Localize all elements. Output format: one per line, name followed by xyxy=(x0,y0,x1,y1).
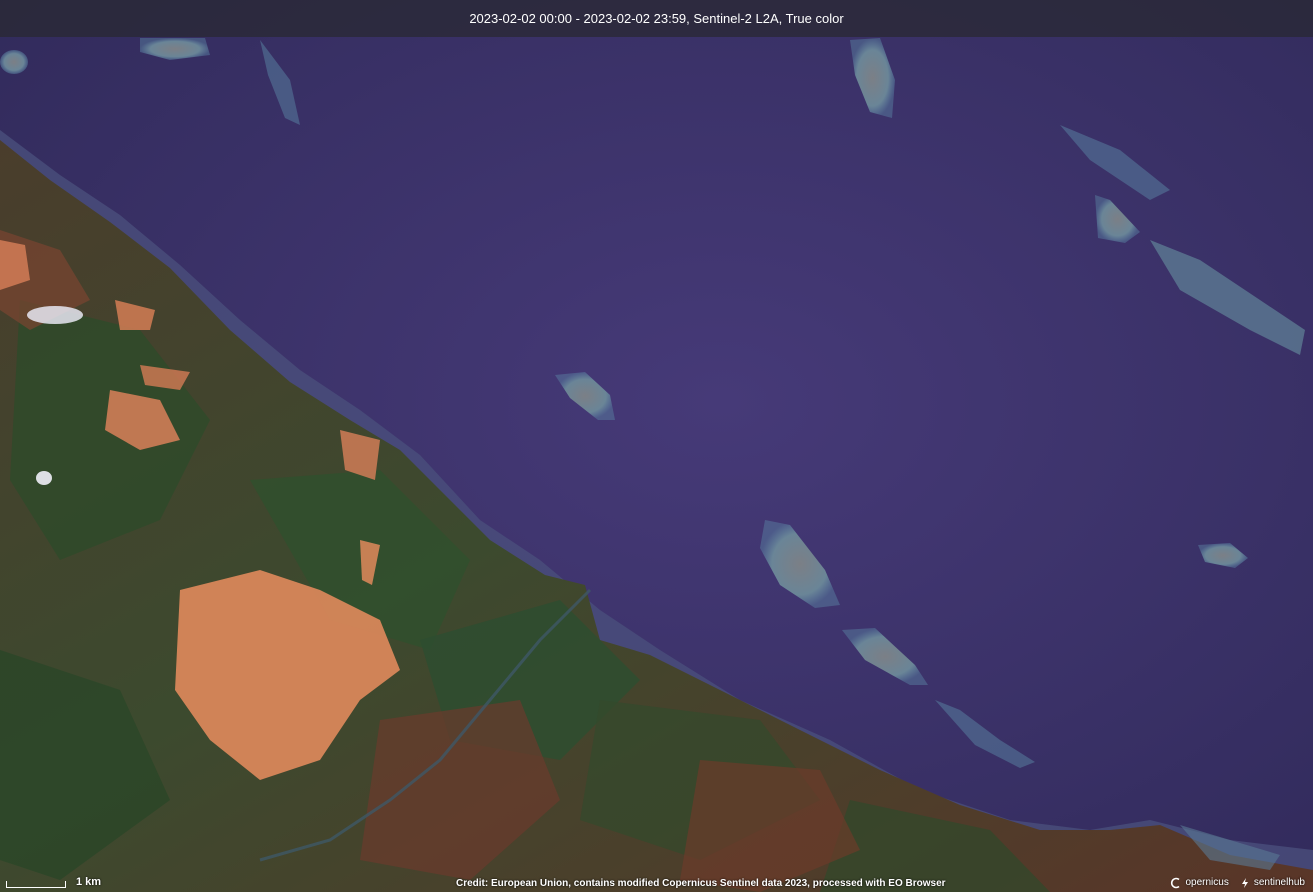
cloud xyxy=(27,306,83,324)
cloud xyxy=(36,471,52,485)
scale-bar: 1 km xyxy=(6,877,101,888)
reef-island xyxy=(0,50,28,74)
scale-label: 1 km xyxy=(76,876,102,888)
sentinelhub-label: sentinelhub xyxy=(1253,877,1305,888)
scale-line xyxy=(6,881,66,888)
satellite-imagery[interactable] xyxy=(0,0,1313,892)
sentinelhub-logo[interactable]: sentinelhub xyxy=(1239,877,1305,889)
sentinelhub-icon xyxy=(1241,878,1248,888)
copernicus-logo[interactable]: opernicus xyxy=(1170,877,1229,889)
copernicus-icon xyxy=(1171,877,1180,889)
imagery-title: 2023-02-02 00:00 - 2023-02-02 23:59, Sen… xyxy=(0,0,1313,37)
copernicus-label: opernicus xyxy=(1185,877,1229,888)
logos: opernicus sentinelhub xyxy=(1170,877,1305,889)
attribution-credit: Credit: European Union, contains modifie… xyxy=(456,878,946,889)
map-viewer[interactable]: 2023-02-02 00:00 - 2023-02-02 23:59, Sen… xyxy=(0,0,1313,892)
